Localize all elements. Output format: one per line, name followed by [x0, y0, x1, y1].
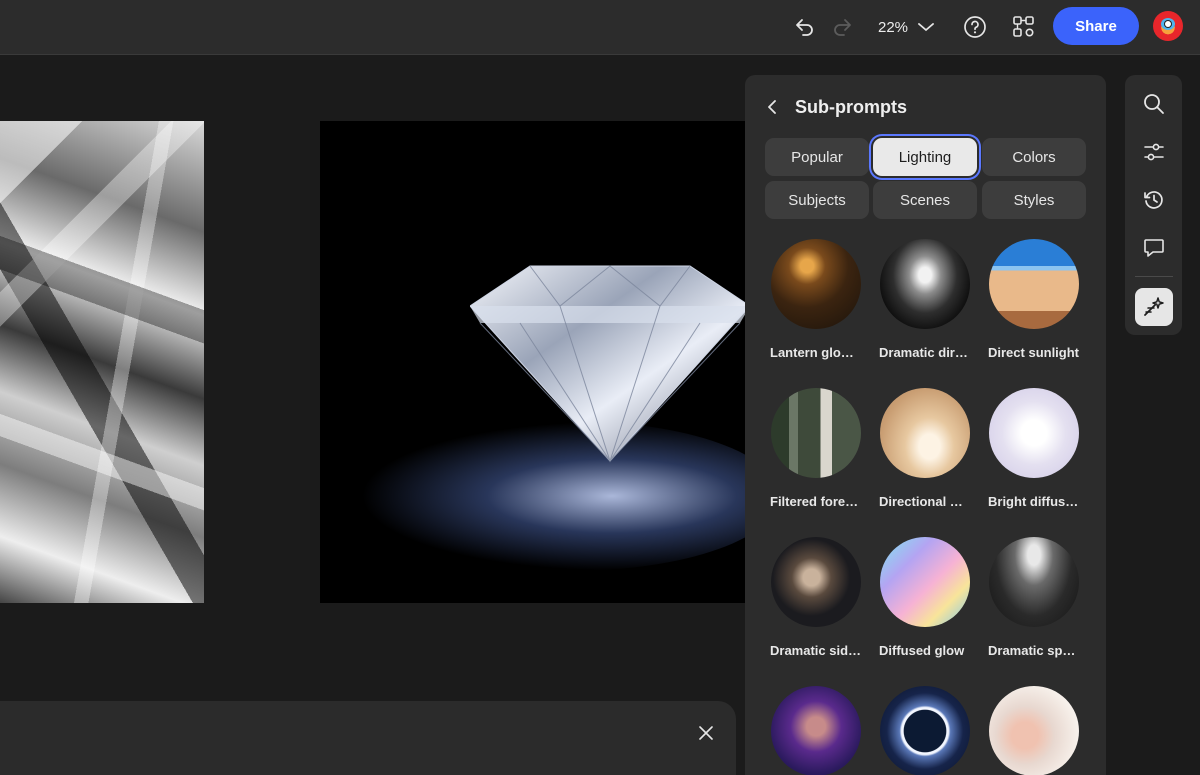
graph-settings-button[interactable] [1006, 10, 1042, 44]
tile-neon-portrait[interactable] [770, 686, 874, 775]
tile-thumbnail [880, 388, 970, 478]
comment-icon [1144, 239, 1164, 257]
tile-label: Dramatic sid… [770, 643, 862, 658]
tile-thumbnail [989, 388, 1079, 478]
crystal-image-left[interactable] [0, 121, 204, 603]
tile-thumbnail [880, 537, 970, 627]
history-button[interactable] [1135, 181, 1173, 219]
help-icon [964, 16, 986, 38]
tile-thumbnail [771, 239, 861, 329]
panel-header: Sub-prompts [767, 95, 907, 119]
diamond-image[interactable] [320, 121, 745, 603]
close-icon [699, 726, 713, 740]
adjustments-button[interactable] [1135, 133, 1173, 171]
chevron-left-icon[interactable] [767, 100, 777, 114]
tile-ring-light[interactable] [879, 686, 983, 775]
tile-label: Bright diffus… [988, 494, 1079, 509]
graph-settings-icon [1013, 16, 1034, 37]
tile-thumbnail [880, 239, 970, 329]
tile-thumbnail [771, 686, 861, 775]
zoom-dropdown[interactable]: 22% [866, 10, 944, 44]
tile-label: Lantern glo… [770, 345, 854, 360]
tool-rail [1125, 75, 1182, 335]
tile-diffused-glow[interactable]: Diffused glow [879, 537, 983, 658]
generate-button[interactable] [1135, 288, 1173, 326]
tile-thumbnail [989, 537, 1079, 627]
redo-button[interactable] [825, 10, 861, 44]
undo-icon [796, 19, 813, 36]
tile-filtered-forest[interactable]: Filtered fore… [770, 388, 874, 509]
tile-thumbnail [771, 388, 861, 478]
zoom-value: 22% [878, 18, 909, 36]
tile-label: Directional … [879, 494, 963, 509]
chip-scenes[interactable]: Scenes [873, 181, 977, 219]
tile-thumbnail [771, 537, 861, 627]
panel-title: Sub-prompts [795, 96, 907, 117]
generate-icon [1144, 297, 1164, 316]
tile-direct-sunlight[interactable]: Direct sunlight [988, 239, 1092, 360]
tile-dramatic-side[interactable]: Dramatic sid… [770, 537, 874, 658]
help-button[interactable] [957, 10, 993, 44]
avatar[interactable] [1153, 11, 1183, 41]
tile-directional[interactable]: Directional … [879, 388, 983, 509]
chip-popular[interactable]: Popular [765, 138, 869, 176]
redo-icon [834, 19, 851, 36]
tile-label: Dramatic sp… [988, 643, 1076, 658]
tile-bright-diffused[interactable]: Bright diffus… [988, 388, 1092, 509]
top-bar: 22% Share [0, 0, 1200, 55]
share-button[interactable]: Share [1053, 7, 1139, 45]
adjustments-icon [1144, 143, 1164, 161]
tile-label: Dramatic dir… [879, 345, 968, 360]
tile-dramatic-spotlight[interactable]: Dramatic sp… [988, 537, 1092, 658]
tile-thumbnail [880, 686, 970, 775]
tile-thumbnail [989, 686, 1079, 775]
tile-dramatic-directional[interactable]: Dramatic dir… [879, 239, 983, 360]
chip-subjects[interactable]: Subjects [765, 181, 869, 219]
tile-label: Filtered fore… [770, 494, 859, 509]
chip-styles[interactable]: Styles [982, 181, 1086, 219]
close-button[interactable] [694, 721, 718, 745]
chevron-down-icon [918, 23, 934, 32]
tile-soft-window[interactable] [988, 686, 1092, 775]
history-icon [1144, 191, 1163, 209]
chip-colors[interactable]: Colors [982, 138, 1086, 176]
chip-lighting[interactable]: Lighting [873, 138, 977, 176]
tile-thumbnail [989, 239, 1079, 329]
tile-label: Direct sunlight [988, 345, 1080, 360]
tile-lantern-glow[interactable]: Lantern glo… [770, 239, 874, 360]
rail-divider [1135, 276, 1173, 277]
sub-prompts-panel: Sub-prompts Popular Lighting Colors Subj… [745, 75, 1106, 775]
search-icon [1144, 94, 1164, 114]
undo-button[interactable] [786, 10, 822, 44]
diamond-shape [470, 265, 745, 463]
comment-button[interactable] [1135, 229, 1173, 267]
search-button[interactable] [1135, 85, 1173, 123]
prompt-bar [0, 701, 736, 775]
tile-label: Diffused glow [879, 643, 965, 658]
